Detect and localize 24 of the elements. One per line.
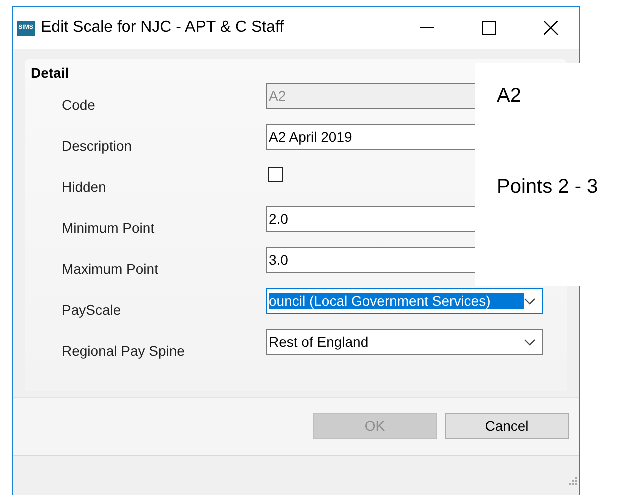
maximize-icon [482,21,496,35]
chevron-down-icon [524,338,536,346]
field-label: Description [61,137,134,156]
note-text: Points 2 - 3 [497,176,600,199]
field-label: PayScale [61,301,122,320]
field-label: Maximum Point [61,260,160,279]
field-label: Minimum Point [61,219,156,238]
text-field[interactable]: A2 April 2019 [266,124,475,150]
minimize-icon [420,27,434,29]
dropdown[interactable]: ouncil (Local Government Services) [266,288,543,314]
chevron-down-icon [524,298,536,304]
text-field[interactable]: 2.0 [266,206,475,232]
field-label: Code [61,96,96,115]
close-icon [544,21,558,35]
section-title: Detail [31,65,70,81]
field-label: Hidden [61,178,108,197]
field-label: Regional Pay Spine [61,342,186,361]
resize-grip-icon [569,477,577,485]
dropdown[interactable]: Rest of England [266,329,543,355]
text-field[interactable]: 3.0 [266,247,475,273]
cancel-button[interactable]: Cancel [445,413,569,440]
checkbox[interactable] [268,167,283,182]
window-title: Edit Scale for NJC - APT & C Staff [41,19,286,37]
note-text: A2 [497,85,522,108]
